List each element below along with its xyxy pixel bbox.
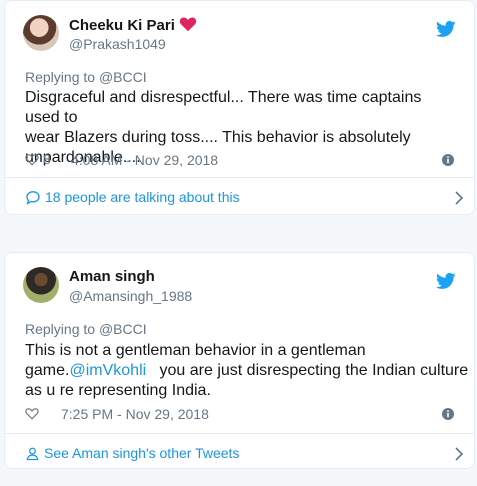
tweet-card: Cheeku Ki Pari @Prakash1049 Replying to … <box>4 0 475 215</box>
divider <box>5 177 474 178</box>
heart-outline-icon <box>25 408 39 420</box>
like-button[interactable]: 8 <box>25 151 51 167</box>
heart-emoji-icon <box>179 17 196 32</box>
author-handle[interactable]: @Prakash1049 <box>69 36 166 52</box>
author-name[interactable]: Cheeku Ki Pari <box>69 16 197 34</box>
author-name-text: Cheeku Ki Pari <box>69 17 175 34</box>
tweet-meta: 7:25 PM - Nov 29, 2018 <box>25 405 460 425</box>
author-name[interactable]: Aman singh <box>69 268 155 285</box>
twitter-bird-icon[interactable] <box>436 271 456 291</box>
speech-bubble-icon <box>26 191 40 205</box>
reply-mention-link[interactable]: @BCCI <box>99 69 147 85</box>
other-tweets-link[interactable]: See Aman singh's other Tweets <box>25 445 239 461</box>
divider <box>5 433 474 434</box>
tweet-meta: 8 4:08 AM - Nov 29, 2018 <box>25 151 460 171</box>
like-button[interactable] <box>25 405 39 421</box>
person-icon <box>26 447 39 461</box>
conversation-link[interactable]: 18 people are talking about this <box>25 189 240 205</box>
replying-to: Replying to @BCCI <box>25 321 147 337</box>
reply-mention-link[interactable]: @BCCI <box>99 321 147 337</box>
heart-outline-icon <box>25 154 39 166</box>
like-count: 8 <box>42 151 51 167</box>
avatar[interactable] <box>23 267 59 303</box>
tweet-card: Aman singh @Amansingh_1988 Replying to @… <box>4 252 475 469</box>
twitter-bird-icon[interactable] <box>436 19 456 39</box>
replying-to: Replying to @BCCI <box>25 69 147 85</box>
info-icon[interactable] <box>442 154 454 166</box>
tweet-header: Aman singh @Amansingh_1988 <box>23 267 460 307</box>
tweet-text: This is not a gentleman behavior in a ge… <box>25 342 469 399</box>
avatar[interactable] <box>23 15 59 51</box>
info-icon[interactable] <box>442 408 454 420</box>
tweet-timestamp[interactable]: 4:08 AM - Nov 29, 2018 <box>71 152 218 168</box>
tweet-header: Cheeku Ki Pari @Prakash1049 <box>23 15 460 55</box>
mention-link[interactable]: @imVkohli <box>69 362 146 379</box>
chevron-right-icon[interactable] <box>454 191 464 205</box>
author-handle[interactable]: @Amansingh_1988 <box>69 288 192 304</box>
tweet-timestamp[interactable]: 7:25 PM - Nov 29, 2018 <box>61 406 209 422</box>
chevron-right-icon[interactable] <box>454 447 464 461</box>
